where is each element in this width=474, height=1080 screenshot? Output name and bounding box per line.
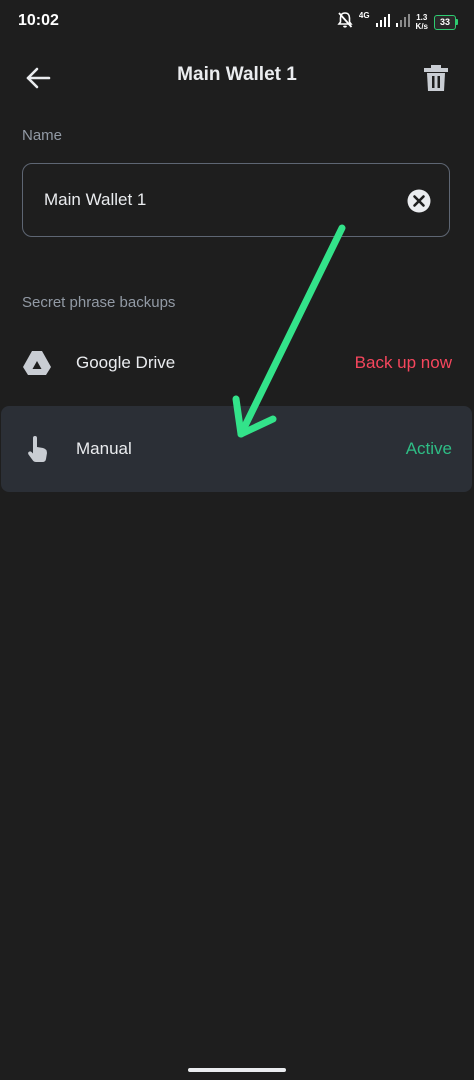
google-drive-icon [22, 349, 52, 377]
battery-icon: 33 [434, 14, 458, 30]
status-icons: 4G 1.3 K/s 33 [337, 10, 458, 34]
backup-label-google-drive: Google Drive [76, 353, 176, 372]
page-title: Main Wallet 1 [177, 64, 297, 85]
battery-cap [456, 19, 458, 25]
notifications-off-icon [337, 11, 353, 34]
delete-button[interactable] [418, 60, 454, 96]
signal-icon [375, 13, 390, 32]
trash-icon [424, 65, 448, 91]
status-time: 10:02 [18, 12, 59, 29]
backup-label-manual: Manual [76, 439, 132, 458]
speed-unit: K/s [415, 22, 428, 31]
wallet-name-field[interactable]: Main Wallet 1 [22, 163, 450, 237]
backup-row-google-drive[interactable]: Google Drive Back up now [0, 320, 474, 406]
speed-value: 1.3 [416, 13, 428, 22]
backups-label: Secret phrase backups [22, 294, 176, 311]
signal-icon-2 [395, 13, 410, 32]
status-bar: 10:02 4G 1.3 K/s 33 [0, 0, 474, 44]
battery-level: 33 [434, 14, 456, 30]
annotation-arrow [232, 224, 346, 438]
network-speed: 1.3 K/s [416, 13, 428, 31]
clear-icon [407, 189, 431, 213]
network-type: 4G [358, 11, 370, 20]
hand-pointer-icon [23, 435, 53, 463]
wallet-name-value: Main Wallet 1 [44, 190, 147, 209]
backup-status-google-drive[interactable]: Back up now [355, 353, 452, 373]
backup-row-manual[interactable]: Manual Active [1, 406, 472, 492]
header: Main Wallet 1 [0, 50, 474, 104]
backup-status-manual: Active [405, 439, 452, 458]
home-indicator[interactable] [188, 1068, 286, 1072]
clear-button[interactable] [407, 189, 431, 213]
name-label: Name [22, 127, 63, 144]
